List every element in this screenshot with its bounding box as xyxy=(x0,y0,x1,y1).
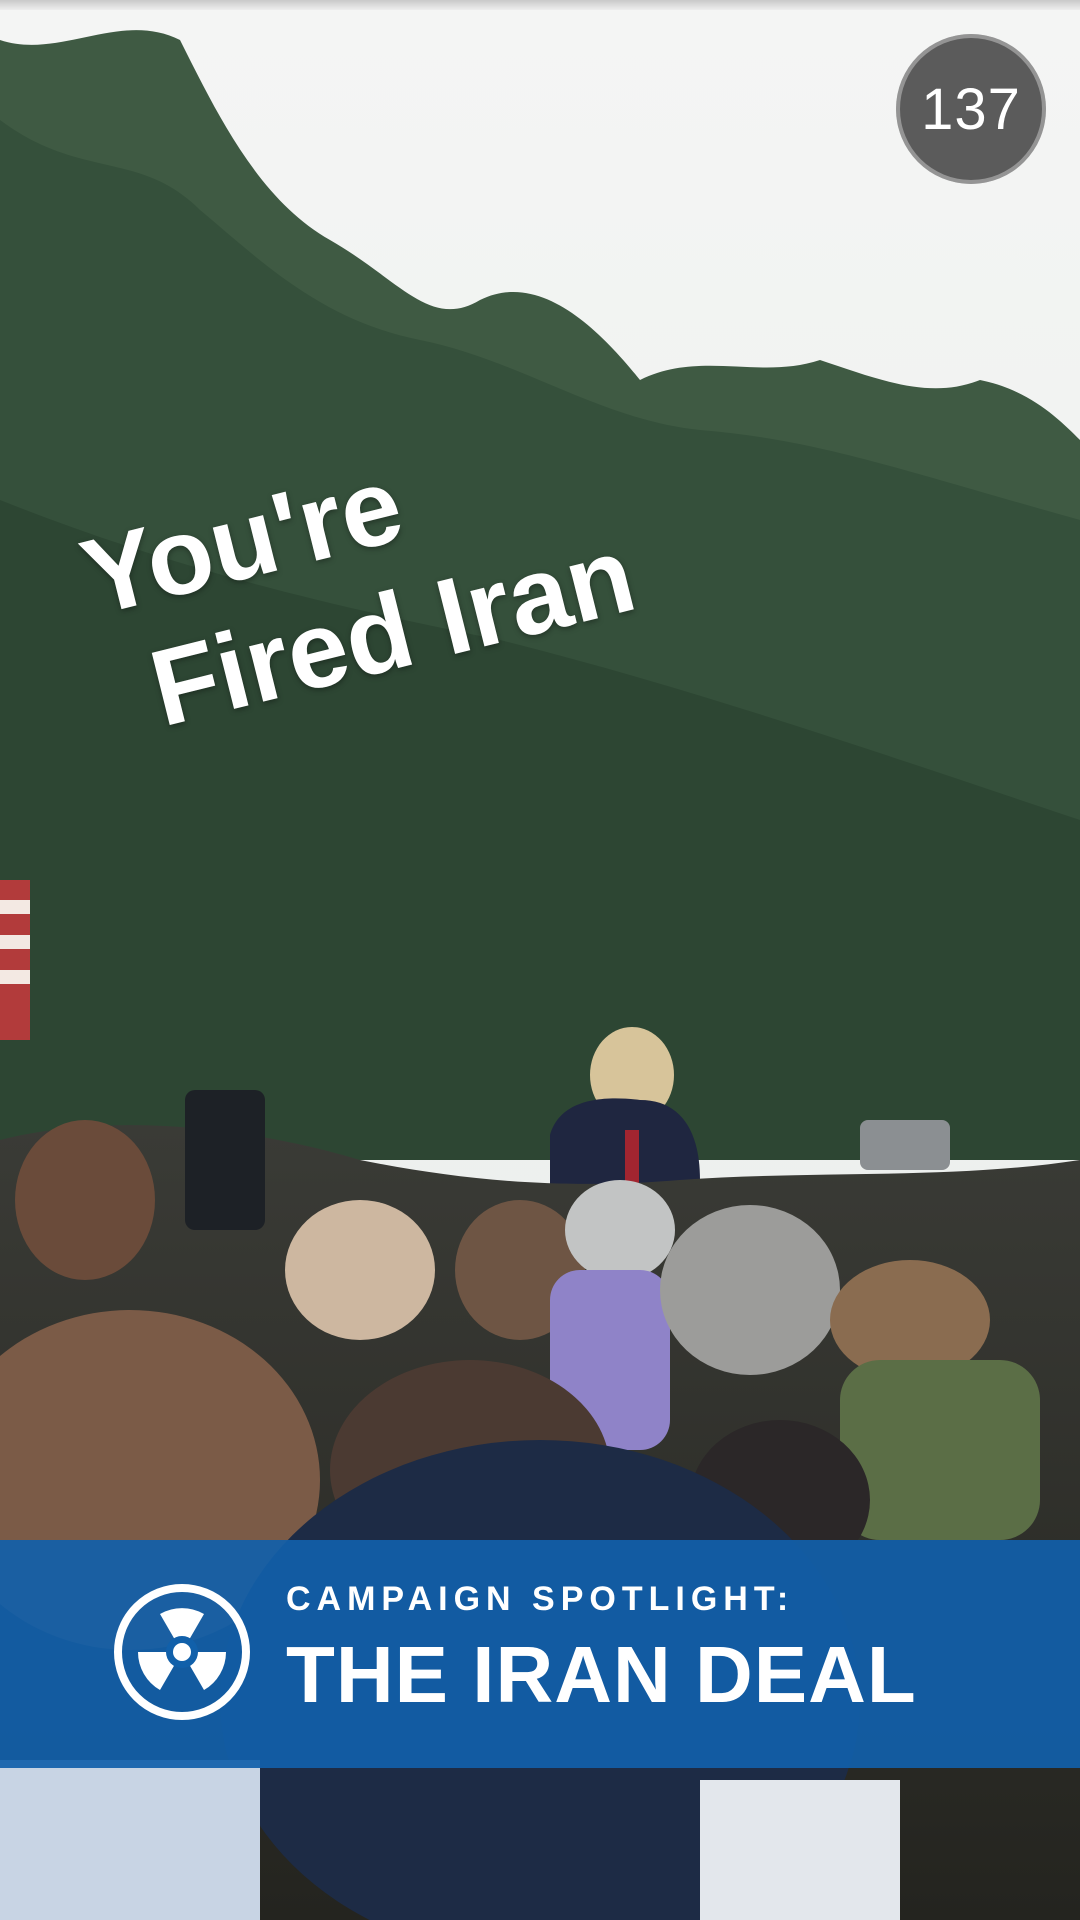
story-view[interactable]: 137 You're Fired Iran CAMPAIGN SPOTLIGHT… xyxy=(0,0,1080,1920)
campaign-spotlight-banner: CAMPAIGN SPOTLIGHT: THE IRAN DEAL xyxy=(0,1540,1080,1768)
banner-kicker: CAMPAIGN SPOTLIGHT: xyxy=(286,1580,795,1618)
banner-headline: THE IRAN DEAL xyxy=(286,1630,917,1719)
radiation-icon xyxy=(114,1584,250,1720)
top-edge xyxy=(0,0,1080,10)
story-timer-badge: 137 xyxy=(896,34,1046,184)
